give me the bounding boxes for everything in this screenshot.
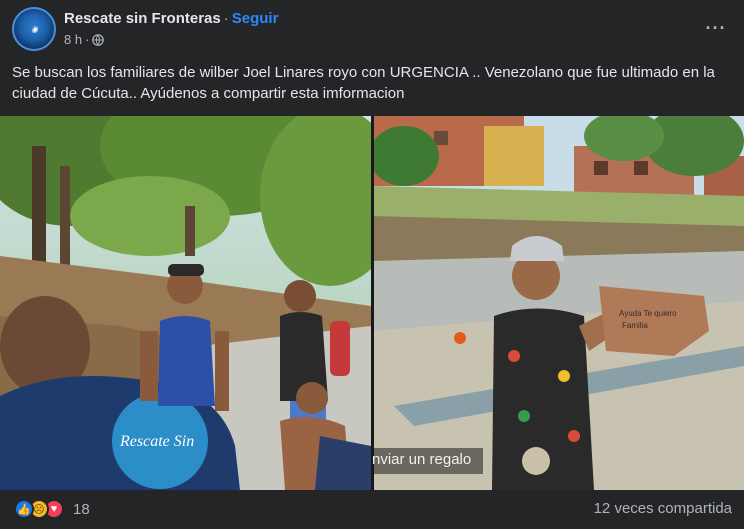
shirt-print-text: Rescate Sin	[119, 433, 194, 450]
send-gift-overlay[interactable]: nviar un regalo	[372, 448, 484, 474]
follow-button[interactable]: Seguir	[232, 10, 279, 27]
share-count[interactable]: 12 veces compartida	[594, 500, 732, 517]
globe-icon	[92, 33, 105, 46]
reaction-count: 18	[73, 500, 90, 518]
reactions-summary[interactable]: 👍 ☹ ♥ 18	[14, 499, 90, 519]
hand-writing-text: Ayuda Te quiero	[619, 309, 677, 318]
time-separator: ·	[85, 32, 90, 47]
post-footer: 👍 ☹ ♥ 18 12 veces compartida	[0, 490, 744, 529]
page-name-row: Rescate sin Fronteras · Seguir	[64, 10, 278, 27]
post-text: Se buscan los familiares de wilber Joel …	[12, 64, 715, 102]
more-options-button[interactable]: ···	[702, 14, 730, 42]
post-meta: 8 h ·	[64, 32, 105, 47]
rescue-logo-icon: ◉	[29, 23, 39, 35]
post-media: Rescate Sin Ayuda Te quiero Familia	[0, 116, 744, 490]
photo-left[interactable]: Rescate Sin	[0, 116, 371, 490]
page-name-link[interactable]: Rescate sin Fronteras	[64, 10, 221, 27]
like-icon: 👍	[14, 499, 34, 519]
separator-dot: ·	[223, 10, 229, 27]
page-avatar[interactable]: ◉	[12, 7, 56, 51]
post-time[interactable]: 8 h	[64, 32, 82, 47]
photo-right[interactable]: Ayuda Te quiero Familia	[374, 116, 744, 490]
post-header: ◉ Rescate sin Fronteras · Seguir 8 h · ···	[0, 0, 744, 56]
svg-text:Familia: Familia	[622, 321, 648, 330]
